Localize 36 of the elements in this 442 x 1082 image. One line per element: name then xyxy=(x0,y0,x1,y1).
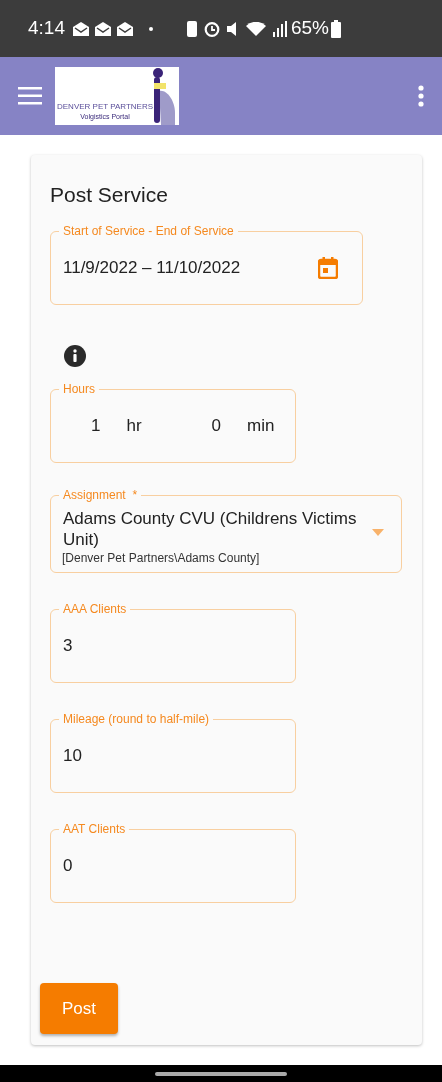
assignment-value: Adams County CVU (Childrens Victims Unit) xyxy=(63,507,358,550)
field-label: Start of Service - End of Service xyxy=(59,223,238,238)
field-label: AAT Clients xyxy=(59,821,130,836)
wifi-icon xyxy=(246,21,266,36)
field-label: Mileage (round to half-mile) xyxy=(59,711,214,726)
hours-unit: hr xyxy=(126,414,142,437)
battery-icon xyxy=(331,19,341,38)
menu-icon[interactable] xyxy=(18,87,42,105)
field-label: AAA Clients xyxy=(59,601,131,616)
field-label: Hours xyxy=(59,381,99,396)
home-indicator[interactable] xyxy=(155,1071,287,1076)
minutes-value: 0 xyxy=(211,414,222,437)
logo-title: DENVER PET PARTNERS xyxy=(57,103,154,111)
form-title: Post Service xyxy=(50,182,169,208)
field-value: 0 xyxy=(63,854,73,877)
battery-percent: 65% xyxy=(291,16,329,41)
assignment-path: [Denver Pet Partners\Adams County] xyxy=(62,550,260,565)
mute-icon xyxy=(227,21,239,36)
minutes-unit: min xyxy=(247,414,275,437)
hours-value: 1 xyxy=(91,414,101,437)
dropdown-caret-icon[interactable] xyxy=(372,528,384,536)
calendar-icon[interactable] xyxy=(318,256,338,279)
more-options-icon[interactable] xyxy=(418,85,424,107)
field-value: 3 xyxy=(63,634,73,657)
signal-icon xyxy=(273,20,287,37)
alarm-icon xyxy=(204,20,220,37)
field-value: 10 xyxy=(63,744,82,767)
info-icon[interactable] xyxy=(64,344,86,367)
mail-icon xyxy=(73,20,89,37)
date-range-value: 11/9/2022 – 11/10/2022 xyxy=(63,256,241,279)
mail-icon xyxy=(95,20,111,37)
status-time: 4:14 xyxy=(28,16,65,41)
mail-icon xyxy=(117,20,133,37)
field-label: Assignment * xyxy=(59,487,142,502)
battery-saver-icon xyxy=(187,20,197,37)
dot-icon xyxy=(149,26,153,31)
